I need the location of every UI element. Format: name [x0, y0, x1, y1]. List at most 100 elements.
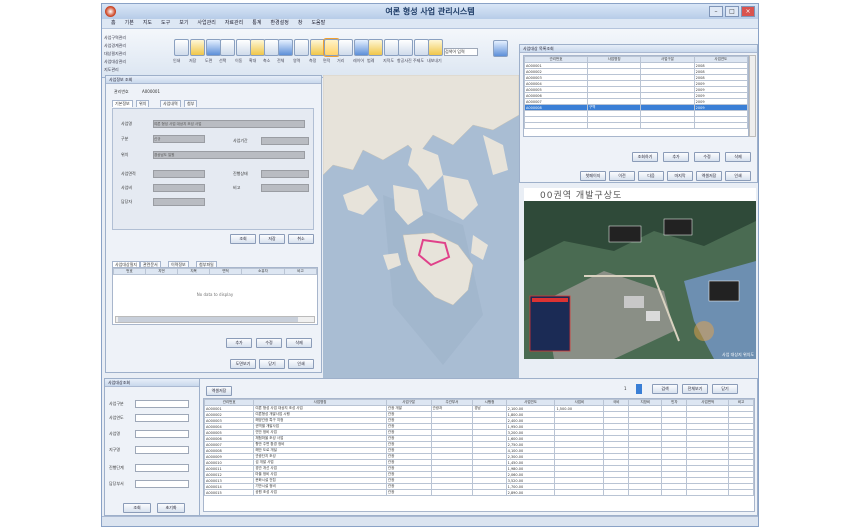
ribbon-search-box[interactable]: 검색어 입력 — [444, 48, 478, 56]
field-value-4[interactable] — [153, 170, 205, 178]
list-scrollbar[interactable] — [115, 316, 315, 323]
menu-item[interactable]: 보기 — [179, 19, 188, 28]
table-cell — [661, 489, 688, 496]
toolbar-icon-9[interactable] — [294, 39, 309, 56]
code-value: A000001 — [142, 89, 161, 94]
toolbar-icon-6[interactable] — [250, 39, 265, 56]
list-button-1[interactable]: 추가 — [226, 338, 252, 348]
field-value-6[interactable] — [153, 198, 205, 206]
table-cell — [728, 489, 754, 496]
side-value-1[interactable] — [261, 137, 309, 145]
toolbar-icon-7[interactable] — [264, 39, 279, 56]
toolbar-icon-12[interactable] — [338, 39, 353, 56]
toolbar-icon-13[interactable] — [354, 39, 369, 56]
maximize-icon[interactable]: □ — [725, 6, 739, 17]
detail-button-1[interactable]: 조회 — [230, 234, 256, 244]
toolbar-icon-10[interactable] — [310, 39, 325, 56]
search-form-button-1[interactable]: 조회 — [123, 503, 151, 513]
ribbon-list-item[interactable]: 지도관리 — [104, 66, 172, 74]
toolbar-icon-11[interactable] — [323, 38, 340, 57]
ribbon-list-item[interactable]: 사업경계관리 — [104, 42, 172, 50]
side-value-3[interactable] — [261, 184, 309, 192]
field-value-1[interactable]: 여론 형성 사업 대상지 조성 사업 — [153, 120, 305, 128]
excel-export-button[interactable]: 엑셀저장 — [206, 386, 232, 396]
search-field-input-1[interactable] — [135, 400, 189, 408]
side-value-2[interactable] — [261, 170, 309, 178]
list-action-button-4[interactable]: 삭제 — [725, 152, 751, 162]
menu-item[interactable]: 통계 — [252, 19, 261, 28]
search-field-input-3[interactable] — [135, 430, 189, 438]
menu-item[interactable]: 기본 — [125, 19, 134, 28]
close-icon[interactable]: × — [741, 6, 755, 17]
results-action-button-2[interactable]: 전체보기 — [682, 384, 708, 394]
toolbar-icon-16[interactable] — [398, 39, 413, 56]
ribbon-list-item[interactable]: 사업대상관리 — [104, 58, 172, 66]
search-form-button-2[interactable]: 초기화 — [157, 503, 185, 513]
page-button-4[interactable]: 마지막 — [667, 171, 693, 181]
page-button-6[interactable]: 인쇄 — [725, 171, 751, 181]
menu-item[interactable]: 창 — [298, 19, 303, 28]
page-button-1[interactable]: 첫페이지 — [580, 171, 606, 181]
list-action-button-2[interactable]: 추가 — [663, 152, 689, 162]
detail-tab-2[interactable]: 위치 — [136, 100, 150, 107]
list-button-3[interactable]: 삭제 — [286, 338, 312, 348]
field-value-5[interactable] — [153, 184, 205, 192]
menu-item[interactable]: 도구 — [161, 19, 170, 28]
toolbar-icon-17[interactable] — [414, 39, 429, 56]
detail-tab-4[interactable]: 첨부 — [184, 100, 198, 107]
field-value-2[interactable]: 신규 — [153, 135, 205, 143]
detail-tab-3[interactable]: 사업내역 — [160, 100, 181, 107]
ribbon-list-item[interactable]: 사업구역관리 — [104, 34, 172, 42]
page-button-2[interactable]: 이전 — [609, 171, 635, 181]
detail-button-3[interactable]: 취소 — [288, 234, 314, 244]
bottom-button-1[interactable]: 도면보기 — [230, 359, 256, 369]
list-action-button-3[interactable]: 수정 — [694, 152, 720, 162]
field-value-3[interactable]: 경상남도 일원 — [153, 151, 305, 159]
menu-item[interactable]: 환경설정 — [270, 19, 288, 28]
toolbar-icon-15[interactable] — [384, 39, 399, 56]
minimize-icon[interactable]: – — [709, 6, 723, 17]
menu-item[interactable]: 지도 — [143, 19, 152, 28]
search-field-input-5[interactable] — [135, 464, 189, 472]
menu-item[interactable]: 자료관리 — [225, 19, 243, 28]
search-field-label-1: 사업구분 — [109, 401, 124, 406]
page-button-3[interactable]: 다음 — [638, 171, 664, 181]
list-button-2[interactable]: 수정 — [256, 338, 282, 348]
refresh-icon[interactable] — [493, 40, 508, 57]
list-action-button-1[interactable]: 조회하기 — [632, 152, 658, 162]
page-indicator-icon[interactable] — [636, 384, 642, 394]
table-cell — [686, 489, 730, 496]
menu-item[interactable]: 홈 — [111, 19, 116, 28]
parcel-list-table: 번호 지번 지목 면적 소유자 비고 — [112, 268, 318, 275]
field-label-5: 사업비 — [121, 185, 133, 190]
detail-tab-1[interactable]: 기본정보 — [112, 100, 133, 107]
bottom-button-3[interactable]: 인쇄 — [288, 359, 314, 369]
results-action-button-3[interactable]: 닫기 — [712, 384, 738, 394]
ribbon-list-item[interactable]: 대상필지관리 — [104, 50, 172, 58]
search-field-input-6[interactable] — [135, 480, 189, 488]
bottom-button-2[interactable]: 닫기 — [259, 359, 285, 369]
toolbar-icon-1[interactable] — [174, 39, 189, 56]
toolbar-icon-3[interactable] — [206, 39, 221, 56]
toolbar-icon-label: 영역 — [293, 58, 301, 63]
toolbar-icon-8[interactable] — [278, 39, 293, 56]
detail-button-2[interactable]: 저장 — [259, 234, 285, 244]
menu-item[interactable]: 도움말 — [311, 19, 325, 28]
detail-form: 사업명 여론 형성 사업 대상지 조성 사업 구분 신규 위치 경상남도 일원 사업면적 사업… — [112, 108, 314, 230]
map-canvas[interactable] — [323, 75, 519, 381]
project-list-scrollbar[interactable] — [749, 55, 756, 137]
toolbar-icon-4[interactable] — [220, 39, 235, 56]
table-row[interactable]: A000015 공원 조성 사업 관광 2,890.00 — [204, 489, 754, 496]
toolbar-icon-5[interactable] — [236, 39, 251, 56]
table-cell — [586, 122, 642, 129]
search-field-input-2[interactable] — [135, 414, 189, 422]
toolbar-icon-14[interactable] — [368, 39, 383, 56]
page-button-5[interactable]: 엑셀저장 — [696, 171, 722, 181]
search-field-input-4[interactable] — [135, 446, 189, 454]
menu-item[interactable]: 사업관리 — [197, 19, 215, 28]
toolbar-icon-2[interactable] — [190, 39, 205, 56]
results-action-button-1[interactable]: 검색 — [652, 384, 678, 394]
toolbar-icon-18[interactable] — [428, 39, 443, 56]
toolbar-icon-label: 확대 — [249, 58, 257, 63]
map-view[interactable] — [323, 75, 519, 381]
